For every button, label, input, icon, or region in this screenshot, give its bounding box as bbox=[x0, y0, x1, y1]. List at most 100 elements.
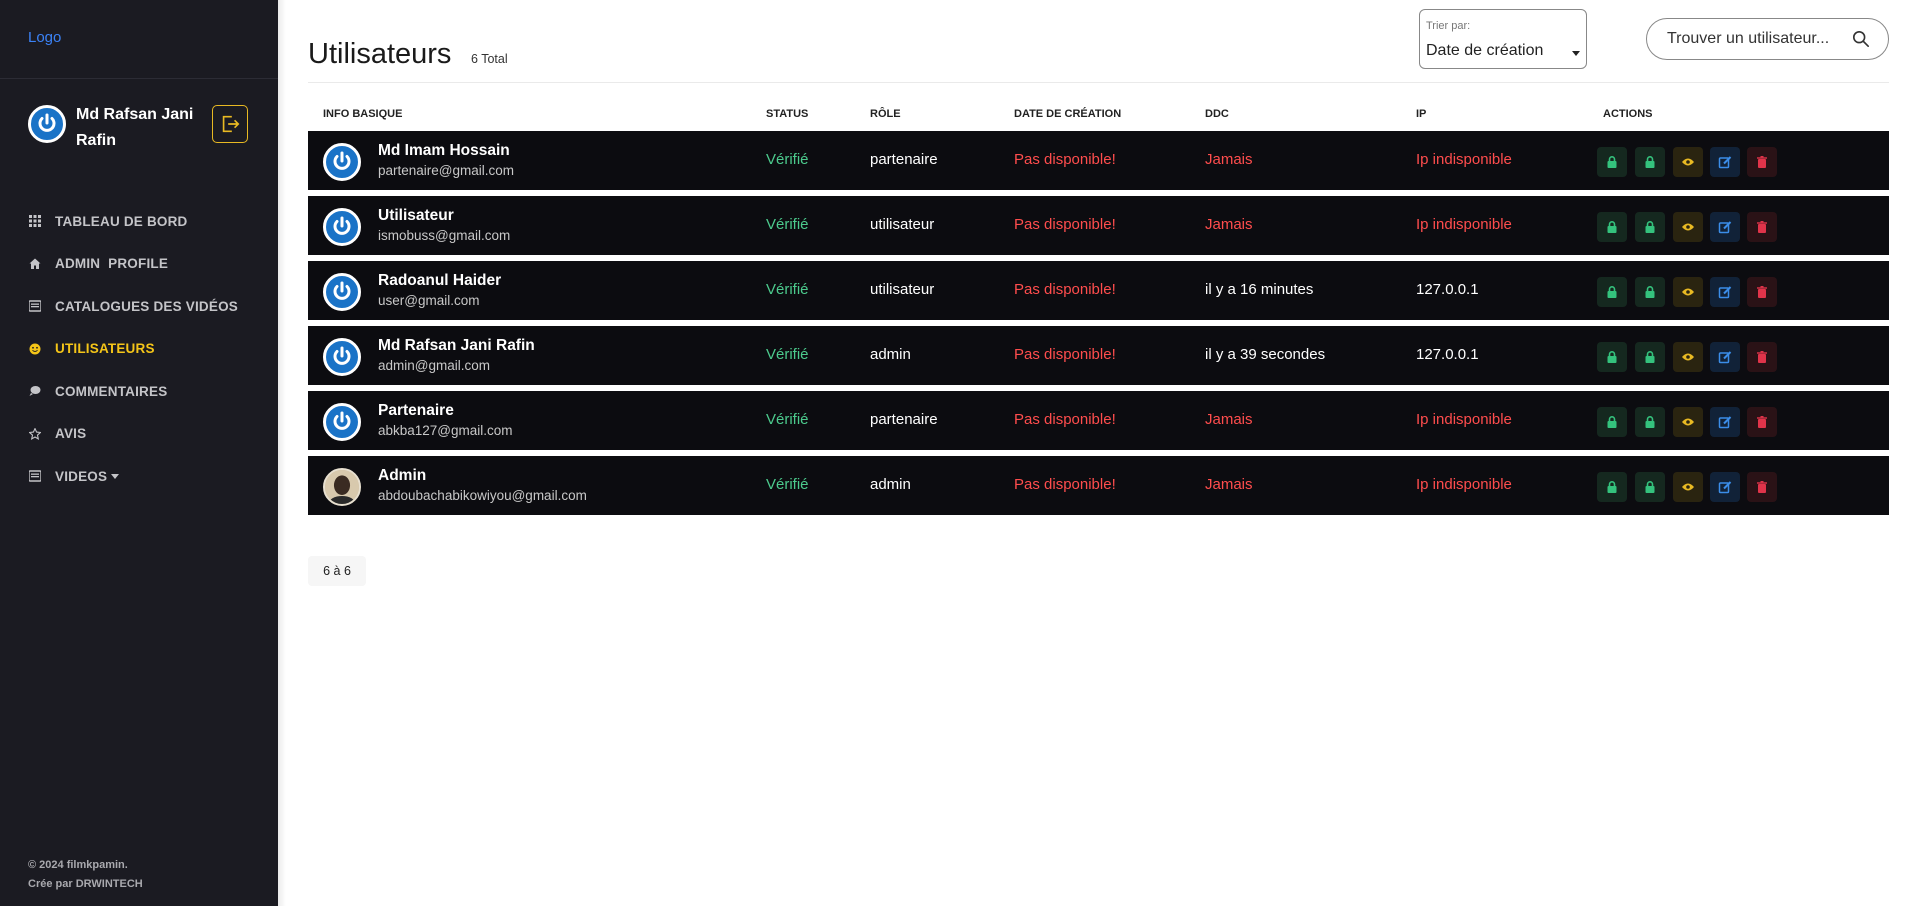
edit-button[interactable] bbox=[1710, 407, 1740, 437]
view-button[interactable] bbox=[1673, 277, 1703, 307]
view-button[interactable] bbox=[1673, 472, 1703, 502]
view-button[interactable] bbox=[1673, 342, 1703, 372]
unlock-button[interactable] bbox=[1635, 212, 1665, 242]
ip-address: Ip indisponible bbox=[1416, 411, 1512, 428]
lock-button[interactable] bbox=[1597, 472, 1627, 502]
last-login: Jamais bbox=[1205, 411, 1253, 428]
sidebar-item-label: VIDEOS bbox=[55, 468, 108, 484]
user-role: partenaire bbox=[870, 151, 938, 168]
logout-button[interactable] bbox=[212, 105, 248, 143]
user-name: Admin bbox=[378, 467, 427, 484]
table-row: Md Rafsan Jani Rafin admin@gmail.com Vér… bbox=[308, 326, 1889, 385]
sort-value: Date de création bbox=[1426, 42, 1544, 59]
ip-address: 127.0.0.1 bbox=[1416, 281, 1479, 298]
lock-button[interactable] bbox=[1597, 277, 1627, 307]
unlock-button[interactable] bbox=[1635, 407, 1665, 437]
ip-address: Ip indisponible bbox=[1416, 476, 1512, 493]
eye-icon bbox=[1682, 418, 1694, 426]
row-actions bbox=[1597, 212, 1785, 242]
delete-button[interactable] bbox=[1747, 147, 1777, 177]
lock-icon bbox=[1607, 221, 1617, 233]
avatar bbox=[323, 338, 361, 376]
lock-icon bbox=[1607, 481, 1617, 493]
delete-button[interactable] bbox=[1747, 212, 1777, 242]
sidebar-item-dashboard[interactable]: TABLEAU DE BORD bbox=[28, 200, 258, 243]
sidebar: Logo Md Rafsan Jani Rafin TABLEAU DE BOR… bbox=[0, 0, 278, 906]
avatar bbox=[28, 105, 66, 143]
delete-button[interactable] bbox=[1747, 407, 1777, 437]
total-count: 6 Total bbox=[471, 52, 508, 66]
edit-button[interactable] bbox=[1710, 342, 1740, 372]
lock-icon bbox=[1645, 481, 1655, 493]
search-icon[interactable] bbox=[1852, 30, 1870, 48]
sidebar-item-label: AVIS bbox=[55, 426, 87, 442]
search-input[interactable] bbox=[1667, 28, 1847, 50]
edit-button[interactable] bbox=[1710, 472, 1740, 502]
edit-button[interactable] bbox=[1710, 277, 1740, 307]
status-badge: Vérifié bbox=[766, 476, 809, 493]
ip-address: Ip indisponible bbox=[1416, 151, 1512, 168]
last-login: Jamais bbox=[1205, 216, 1253, 233]
lock-button[interactable] bbox=[1597, 147, 1627, 177]
view-button[interactable] bbox=[1673, 147, 1703, 177]
table-row: Md Imam Hossain partenaire@gmail.com Vér… bbox=[308, 131, 1889, 190]
view-button[interactable] bbox=[1673, 212, 1703, 242]
list-icon bbox=[28, 299, 42, 313]
lock-button[interactable] bbox=[1597, 212, 1627, 242]
sidebar-item-label: CATALOGUES DES VIDÉOS bbox=[55, 298, 238, 314]
sort-select[interactable]: Trier par: Date de création bbox=[1419, 9, 1587, 69]
sidebar-item-admin-profile[interactable]: ADMIN PROFILE bbox=[28, 243, 258, 286]
user-email: partenaire@gmail.com bbox=[378, 163, 515, 178]
created-date: Pas disponible! bbox=[1014, 151, 1116, 168]
delete-button[interactable] bbox=[1747, 472, 1777, 502]
user-name: Utilisateur bbox=[378, 207, 454, 224]
unlock-button[interactable] bbox=[1635, 147, 1665, 177]
sidebar-item-reviews[interactable]: AVIS bbox=[28, 413, 258, 456]
table-row: Partenaire abkba127@gmail.com Vérifié pa… bbox=[308, 391, 1889, 450]
edit-icon bbox=[1718, 351, 1732, 364]
sidebar-item-videos-dropdown[interactable]: VIDEOS bbox=[28, 455, 258, 498]
user-email: abdoubachabikowiyou@gmail.com bbox=[378, 488, 587, 503]
user-email: admin@gmail.com bbox=[378, 358, 490, 373]
table-row: Admin abdoubachabikowiyou@gmail.com Véri… bbox=[308, 456, 1889, 515]
lock-icon bbox=[1645, 416, 1655, 428]
sidebar-divider bbox=[0, 78, 278, 79]
unlock-button[interactable] bbox=[1635, 342, 1665, 372]
lock-icon bbox=[1607, 416, 1617, 428]
last-login: il y a 16 minutes bbox=[1205, 281, 1314, 298]
edit-button[interactable] bbox=[1710, 212, 1740, 242]
sidebar-item-label: ADMIN PROFILE bbox=[55, 256, 169, 272]
lock-icon bbox=[1645, 351, 1655, 363]
lock-icon bbox=[1645, 286, 1655, 298]
avatar bbox=[323, 468, 361, 506]
view-button[interactable] bbox=[1673, 407, 1703, 437]
sidebar-item-users[interactable]: UTILISATEURS bbox=[28, 328, 258, 371]
col-ip: IP bbox=[1416, 108, 1427, 120]
logo-link[interactable]: Logo bbox=[28, 29, 61, 46]
avatar bbox=[323, 273, 361, 311]
edit-button[interactable] bbox=[1710, 147, 1740, 177]
copyright-line: © 2024 filmkpamin. bbox=[28, 859, 128, 871]
sidebar-item-comments[interactable]: COMMENTAIRES bbox=[28, 370, 258, 413]
power-icon bbox=[333, 216, 351, 235]
user-email: abkba127@gmail.com bbox=[378, 423, 513, 438]
unlock-button[interactable] bbox=[1635, 472, 1665, 502]
eye-icon bbox=[1682, 223, 1694, 231]
lock-icon bbox=[1607, 351, 1617, 363]
sort-label: Trier par: bbox=[1426, 20, 1471, 32]
trash-icon bbox=[1757, 286, 1767, 298]
lock-button[interactable] bbox=[1597, 342, 1627, 372]
lock-button[interactable] bbox=[1597, 407, 1627, 437]
edit-icon bbox=[1718, 286, 1732, 299]
sidebar-item-video-catalogues[interactable]: CATALOGUES DES VIDÉOS bbox=[28, 285, 258, 328]
last-login: Jamais bbox=[1205, 476, 1253, 493]
unlock-button[interactable] bbox=[1635, 277, 1665, 307]
user-role: utilisateur bbox=[870, 216, 935, 233]
delete-button[interactable] bbox=[1747, 342, 1777, 372]
user-name: Md Rafsan Jani Rafin bbox=[378, 337, 535, 354]
created-date: Pas disponible! bbox=[1014, 411, 1116, 428]
trash-icon bbox=[1757, 156, 1767, 168]
sidebar-item-label: COMMENTAIRES bbox=[55, 383, 168, 399]
delete-button[interactable] bbox=[1747, 277, 1777, 307]
ip-address: 127.0.0.1 bbox=[1416, 346, 1479, 363]
